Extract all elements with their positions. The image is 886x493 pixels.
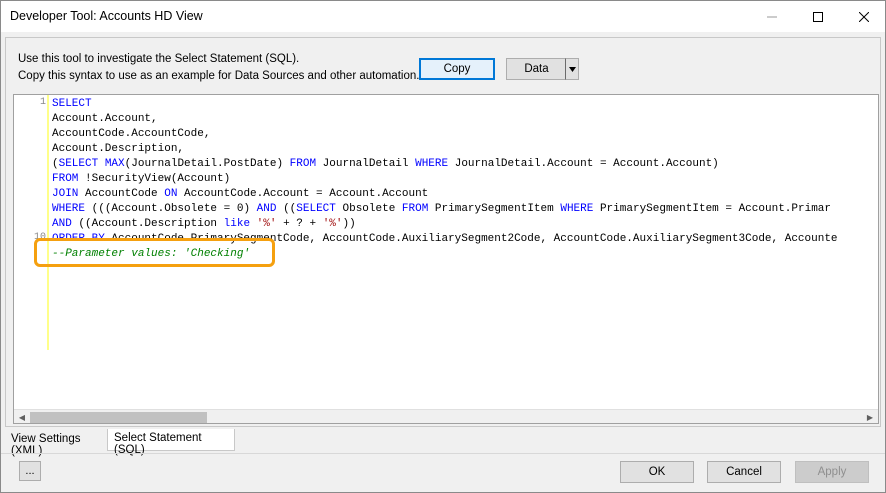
code-token: !SecurityView(Account) <box>78 173 231 185</box>
code-token: PrimarySegmentItem <box>428 203 561 215</box>
code-line: --Parameter values: 'Checking' <box>52 247 250 262</box>
cancel-button[interactable]: Cancel <box>707 461 781 483</box>
sql-editor[interactable]: 1 10 SELECT Account.Account, AccountCode.A… <box>13 94 879 424</box>
code-token: AccountCode.Account = Account.Account <box>177 188 429 200</box>
copy-button[interactable]: Copy <box>419 58 495 80</box>
scrollbar-thumb[interactable] <box>30 412 207 423</box>
code-line: FROM !SecurityView(Account) <box>52 172 230 187</box>
info-text-line-1: Use this tool to investigate the Select … <box>18 53 300 65</box>
code-token: AccountCode.AccountCode, <box>52 128 211 140</box>
code-token: WHERE <box>415 158 449 170</box>
data-button[interactable]: Data <box>506 58 566 80</box>
code-token: ON <box>164 188 178 200</box>
code-token: ORDER BY <box>52 233 105 245</box>
code-token: (( <box>276 203 297 215</box>
code-token: (JournalDetail.PostDate) <box>124 158 290 170</box>
code-line: WHERE (((Account.Obsolete = 0) AND ((SEL… <box>52 202 831 217</box>
code-token: like <box>223 218 251 230</box>
code-token: FROM <box>401 203 429 215</box>
code-line: SELECT <box>52 97 92 112</box>
code-token: SELECT <box>58 158 99 170</box>
code-token: SELECT <box>296 203 336 215</box>
more-options-button[interactable]: ... <box>19 461 41 481</box>
scroll-right-arrow-icon[interactable]: ▶ <box>862 410 878 423</box>
code-token: --Parameter values: 'Checking' <box>52 248 251 260</box>
code-line: AccountCode.AccountCode, <box>52 127 210 142</box>
code-token: Account.Account, <box>52 113 158 125</box>
code-token: Account.Description, <box>52 143 185 155</box>
code-token: + ? + <box>276 218 323 230</box>
code-token: ( <box>52 158 59 170</box>
code-line: Account.Description, <box>52 142 184 157</box>
code-token: AccountCode <box>78 188 165 200</box>
change-marker-bar <box>47 95 49 350</box>
code-token: AccountCode.PrimarySegmentCode, AccountC… <box>104 233 838 245</box>
code-token: JournalDetail.Account = Account.Account) <box>448 158 719 170</box>
code-token: ((Account.Description <box>71 218 224 230</box>
code-line: AND ((Account.Description like '%' + ? +… <box>52 217 356 232</box>
line-gutter: 1 10 <box>14 95 48 409</box>
code-token: )) <box>342 218 356 230</box>
info-text-line-2: Copy this syntax to use as an example fo… <box>18 70 420 82</box>
footer-divider <box>1 453 885 454</box>
code-line: Account.Account, <box>52 112 158 127</box>
code-token: WHERE <box>560 203 594 215</box>
code-token: MAX <box>104 158 125 170</box>
close-button[interactable] <box>841 1 886 32</box>
apply-button[interactable]: Apply <box>795 461 869 483</box>
line-number: 1 <box>39 97 46 108</box>
tab-select-statement-sql[interactable]: Select Statement (SQL) <box>107 429 235 456</box>
code-token: SELECT <box>52 98 92 110</box>
sql-panel: Use this tool to investigate the Select … <box>5 37 881 427</box>
data-dropdown-button[interactable] <box>565 58 579 80</box>
maximize-icon <box>813 11 823 22</box>
code-token: '%' <box>322 218 343 230</box>
code-token: Obsolete <box>335 203 402 215</box>
code-line: (SELECT MAX(JournalDetail.PostDate) FROM… <box>52 157 719 172</box>
line-number: 10 <box>33 232 46 243</box>
minimize-button[interactable] <box>749 1 795 32</box>
code-token: AND <box>256 203 277 215</box>
code-token: AND <box>52 218 72 230</box>
code-token: FROM <box>289 158 317 170</box>
code-token: (((Account.Obsolete = 0) <box>85 203 257 215</box>
code-token: WHERE <box>52 203 86 215</box>
title-bar[interactable]: Developer Tool: Accounts HD View <box>1 1 885 32</box>
maximize-button[interactable] <box>795 1 841 32</box>
caret-down-icon <box>568 66 576 72</box>
code-token: PrimarySegmentItem = Account.Primar <box>593 203 831 215</box>
close-icon <box>859 11 869 22</box>
code-line: ORDER BY AccountCode.PrimarySegmentCode,… <box>52 232 838 247</box>
horizontal-scrollbar[interactable]: ◀ ▶ <box>14 409 878 423</box>
code-token: FROM <box>52 173 79 185</box>
code-line: JOIN AccountCode ON AccountCode.Account … <box>52 187 428 202</box>
code-token: JournalDetail <box>316 158 416 170</box>
developer-tool-window: Developer Tool: Accounts HD View Use thi… <box>0 0 886 493</box>
tab-view-settings-xml[interactable]: View Settings (XML) <box>5 430 107 457</box>
minimize-icon <box>767 16 777 17</box>
code-token: JOIN <box>52 188 79 200</box>
scroll-left-arrow-icon[interactable]: ◀ <box>14 410 30 423</box>
ok-button[interactable]: OK <box>620 461 694 483</box>
window-title: Developer Tool: Accounts HD View <box>10 9 203 23</box>
code-token: '%' <box>256 218 277 230</box>
